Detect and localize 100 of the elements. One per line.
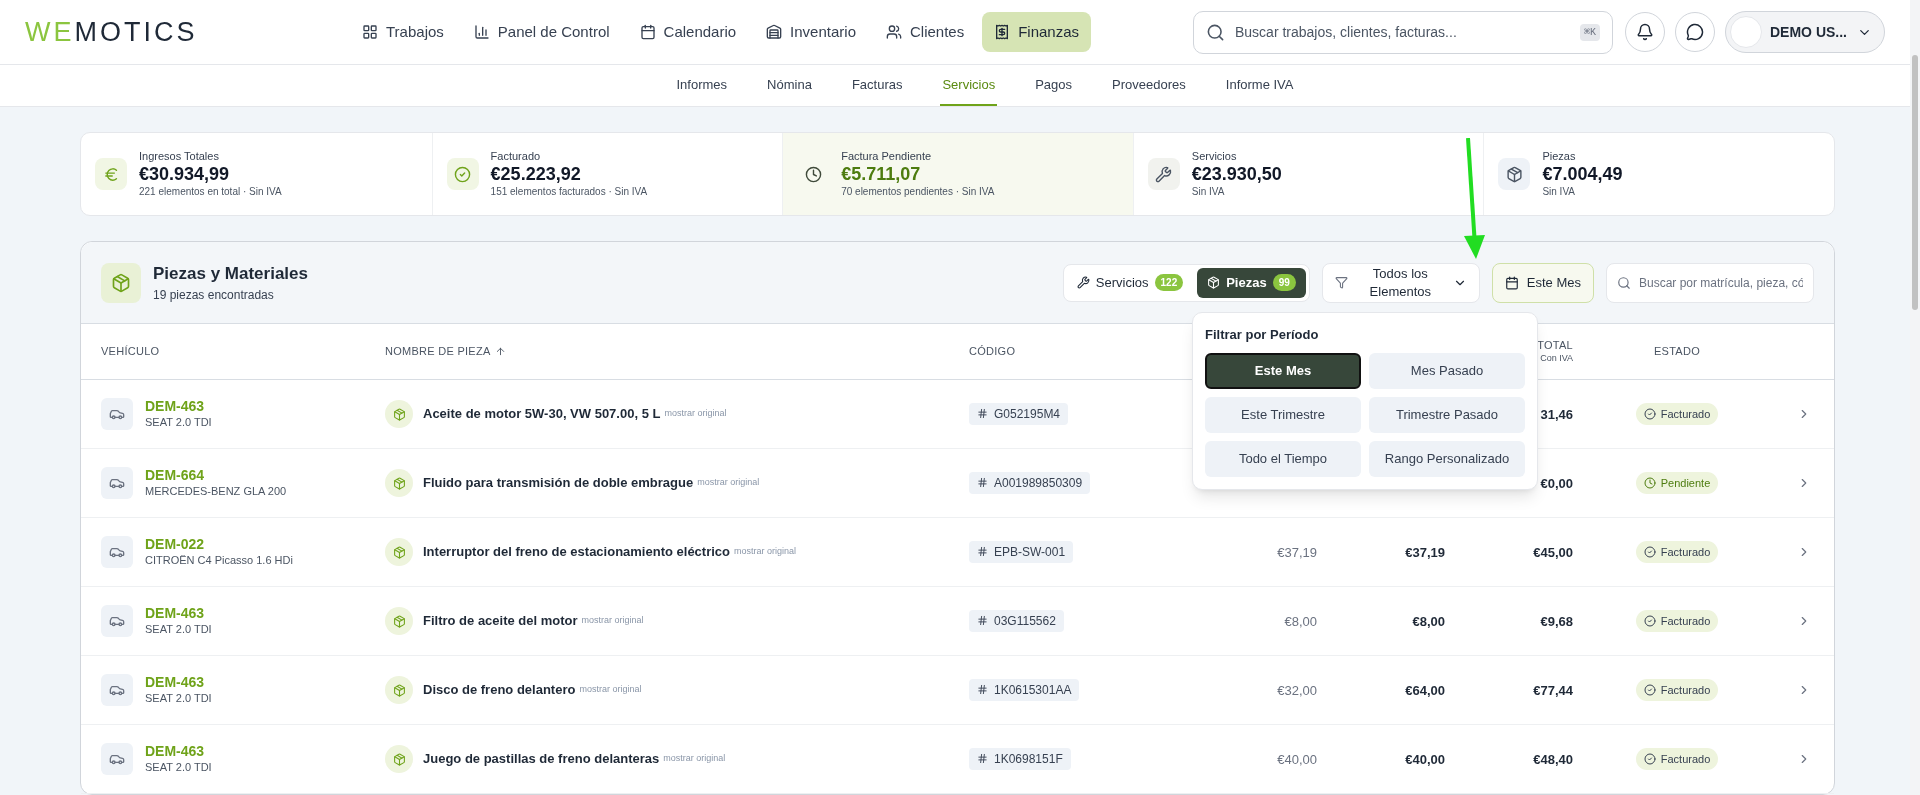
filter-icon — [1334, 276, 1348, 289]
total-amount: €77,44 — [1533, 683, 1573, 698]
stat-label: Ingresos Totales — [139, 149, 220, 164]
nav-tab[interactable]: Panel de Control — [461, 12, 622, 52]
total-amount: €45,00 — [1533, 545, 1573, 560]
shortcut-key: ⌘K — [1579, 23, 1600, 41]
stat-note: Sin IVA — [1542, 185, 1576, 199]
period-button[interactable]: Este Mes — [1491, 262, 1594, 303]
code-tag: A001989850309 — [969, 471, 1091, 494]
box-icon — [1498, 158, 1531, 190]
part-name: Interruptor del freno de estacionamiento eléctrico — [423, 543, 730, 562]
wrench-icon — [1147, 158, 1180, 190]
nav-tab[interactable]: Trabajos — [350, 12, 456, 52]
subtotal: €64,00 — [1405, 683, 1445, 698]
car-icon — [101, 467, 133, 499]
box-icon — [385, 607, 413, 635]
search-input[interactable]: Buscar trabajos, clientes, facturas... — [1235, 21, 1570, 43]
total-amount: €9,68 — [1540, 614, 1573, 629]
type-toggle-option[interactable]: Piezas 99 — [1197, 267, 1306, 298]
period-option[interactable]: Rango Personalizado — [1369, 440, 1525, 477]
user-menu[interactable]: DEMO US... — [1725, 11, 1885, 53]
stat-note: Sin IVA — [1191, 185, 1226, 199]
panel-subtitle: 19 piezas encontradas — [153, 287, 275, 305]
status-badge: Facturado — [1635, 403, 1719, 425]
plate-number: DEM-463 — [145, 743, 206, 761]
bell-icon — [1636, 23, 1654, 41]
period-option[interactable]: Todo el Tiempo — [1205, 440, 1361, 477]
bar-chart-icon — [473, 24, 490, 40]
nav-tab[interactable]: Finanzas — [982, 12, 1092, 52]
stat-label: Servicios — [1191, 149, 1238, 164]
parts-search-input[interactable]: Buscar por matrícula, pieza, có — [1639, 273, 1803, 292]
hash-icon — [977, 546, 988, 557]
status-badge: Pendiente — [1635, 472, 1719, 494]
car-icon — [101, 605, 133, 637]
code-tag: EPB-SW-001 — [969, 540, 1074, 563]
stat-label: Factura Pendiente — [841, 149, 933, 164]
sub-tab[interactable]: Facturas — [849, 65, 905, 106]
column-header: ESTADO — [1653, 344, 1701, 359]
plate-number: DEM-463 — [145, 398, 206, 416]
sub-tab[interactable]: Informe IVA — [1223, 65, 1296, 106]
parts-search-field[interactable]: Buscar por matrícula, pieza, có — [1606, 262, 1814, 303]
search-field[interactable]: Buscar trabajos, clientes, facturas... ⌘K — [1193, 10, 1613, 54]
unit-price: €32,00 — [1277, 683, 1317, 698]
items-filter-dropdown[interactable]: Todos los Elementos — [1321, 262, 1480, 303]
euro-icon — [95, 158, 127, 190]
stat-note: 151 elementos facturados · Sin IVA — [490, 185, 648, 199]
hash-icon — [977, 477, 988, 488]
period-option[interactable]: Mes Pasado — [1369, 352, 1525, 389]
stat-value: €23.930,50 — [1191, 163, 1282, 186]
hash-icon — [977, 615, 988, 626]
part-name: Aceite de motor 5W-30, VW 507.00, 5 L — [423, 405, 661, 424]
stat-value: €5.711,07 — [841, 163, 922, 186]
calendar-icon — [1504, 275, 1519, 290]
calendar-icon — [639, 24, 656, 40]
sub-tab[interactable]: Nómina — [765, 65, 814, 106]
plate-number: DEM-664 — [145, 467, 206, 485]
count-badge: 99 — [1272, 274, 1296, 291]
box-icon — [385, 400, 413, 428]
nav-tab[interactable]: Inventario — [754, 12, 868, 52]
sub-tab[interactable]: Pagos — [1033, 65, 1075, 106]
unit-price: €37,19 — [1277, 545, 1317, 560]
panel-title: Piezas y Materiales — [153, 262, 308, 285]
hash-icon — [977, 408, 988, 419]
part-name: Filtro de aceite del motor — [423, 612, 578, 631]
sub-tab[interactable]: Proveedores — [1110, 65, 1188, 106]
wrench-icon — [1076, 276, 1090, 289]
users-icon — [886, 24, 902, 40]
logo: WEMOTICS — [25, 15, 199, 49]
part-name: Juego de pastillas de freno delanteras — [423, 750, 660, 769]
subtotal: €40,00 — [1405, 752, 1445, 767]
part-name: Fluido para transmisión de doble embrague — [423, 474, 694, 493]
car-icon — [101, 536, 133, 568]
stat-note: 70 elementos pendientes · Sin IVA — [841, 185, 995, 199]
chat-icon — [1686, 23, 1704, 41]
subtotal: €8,00 — [1412, 614, 1445, 629]
part-name: Disco de freno delantero — [423, 681, 576, 700]
avatar — [1730, 16, 1762, 48]
vehicle-model: CITROËN C4 Picasso 1.6 HDi — [145, 553, 293, 568]
period-option[interactable]: Trimestre Pasado — [1369, 396, 1525, 433]
box-icon — [1207, 276, 1221, 289]
period-option[interactable]: Este Mes — [1205, 352, 1361, 389]
type-toggle-option[interactable]: Servicios 122 — [1066, 267, 1194, 298]
sub-tab[interactable]: Informes — [674, 65, 730, 106]
box-icon — [385, 538, 413, 566]
column-header: CÓDIGO — [969, 344, 1016, 359]
vehicle-model: MERCEDES-BENZ GLA 200 — [145, 484, 287, 499]
vehicle-model: SEAT 2.0 TDI — [145, 760, 212, 775]
column-header: TOTAL Con IVA — [1537, 339, 1573, 364]
search-icon — [1617, 275, 1631, 290]
sub-tab[interactable]: Servicios — [940, 65, 998, 106]
nav-tab[interactable]: Clientes — [874, 12, 977, 52]
plate-number: DEM-463 — [145, 674, 206, 692]
nav-tab[interactable]: Calendario — [627, 12, 749, 52]
period-option[interactable]: Este Trimestre — [1205, 396, 1361, 433]
car-icon — [101, 398, 133, 430]
code-tag: 1K0615301AA — [969, 678, 1080, 701]
column-header[interactable]: NOMBRE DE PIEZA — [385, 344, 506, 359]
car-icon — [101, 743, 133, 775]
box-icon — [385, 469, 413, 497]
stat-label: Piezas — [1542, 149, 1577, 164]
